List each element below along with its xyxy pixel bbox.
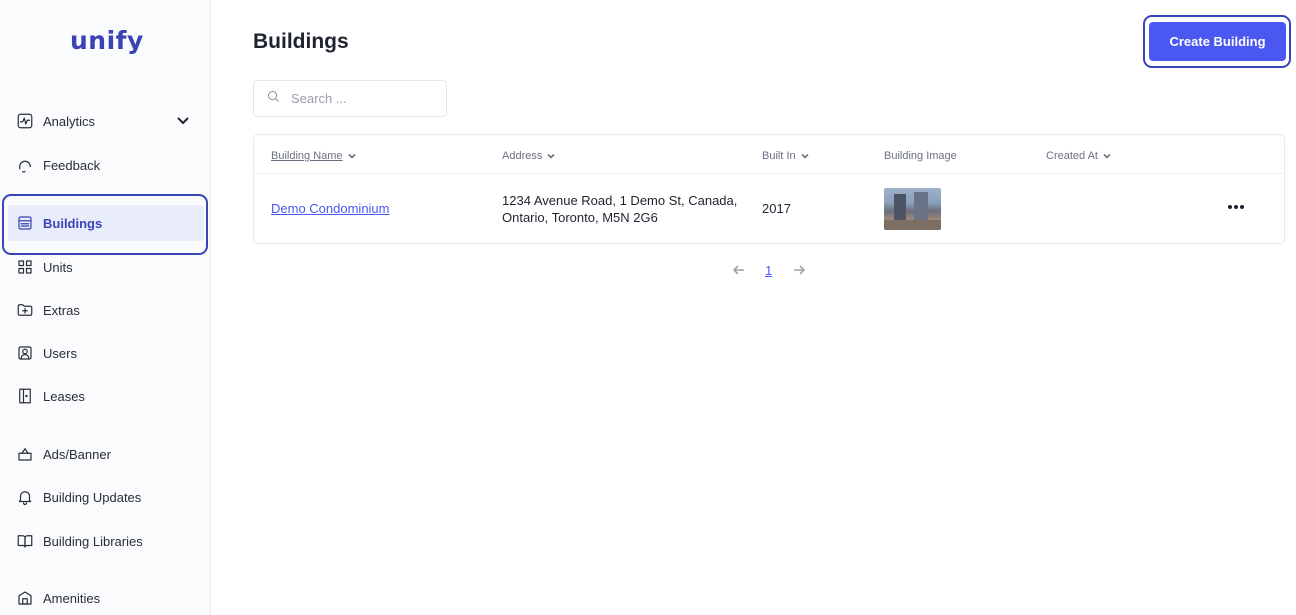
sidebar-item-analytics[interactable]: Analytics [0,103,211,139]
pagination-page-1[interactable]: 1 [765,263,772,278]
sidebar-item-feedback[interactable]: Feedback [0,147,211,183]
buildings-table: Building Name Address Built In Building … [253,134,1285,244]
building-icon [16,214,34,232]
book-open-icon [16,532,34,550]
folder-plus-icon [16,301,34,319]
sidebar-item-label: Analytics [43,113,96,129]
app-logo[interactable]: unify [70,26,144,55]
column-header-address[interactable]: Address [502,149,556,163]
chevron-down-icon [347,151,357,161]
arrow-left-icon [732,263,746,282]
chevron-down-icon [1102,151,1112,161]
sidebar-item-label: Users [43,345,77,361]
sidebar-item-label: Units [43,259,73,275]
door-icon [16,387,34,405]
column-header-created-at[interactable]: Created At [1046,149,1112,163]
building-address: 1234 Avenue Road, 1 Demo St, Canada, Ont… [502,193,738,225]
sidebar-item-building-updates[interactable]: Building Updates [0,479,211,515]
chevron-down-icon[interactable] [175,112,191,128]
sidebar-item-buildings[interactable]: Buildings [8,205,204,241]
headset-icon [16,156,34,174]
building-image-thumbnail[interactable] [884,188,941,230]
built-in-year: 2017 [762,201,791,216]
sidebar-item-label: Extras [43,302,80,318]
activity-chart-icon [16,112,34,130]
building-name-link[interactable]: Demo Condominium [271,201,390,216]
sidebar-item-label: Amenities [43,590,101,606]
column-header-building-image: Building Image [884,150,957,162]
sidebar-item-amenities[interactable]: Amenities [0,580,211,615]
sidebar-item-ads-banner[interactable]: Ads/Banner [0,436,211,472]
building-amenities-icon [16,589,34,607]
sidebar-item-users[interactable]: Users [0,335,211,371]
sidebar-item-extras[interactable]: Extras [0,292,211,328]
arrow-right-icon [792,263,806,282]
pagination-prev-button[interactable] [732,262,746,282]
column-header-built-in[interactable]: Built In [762,149,810,163]
create-building-button[interactable]: Create Building [1149,22,1286,61]
header-divider [254,173,1284,174]
bell-icon [16,488,34,506]
more-options-icon[interactable] [1224,199,1248,215]
sidebar-item-leases[interactable]: Leases [0,378,211,414]
search-box[interactable] [253,80,447,117]
column-header-building-name[interactable]: Building Name [271,149,357,163]
search-input[interactable] [291,91,431,106]
sidebar-item-label: Feedback [43,157,101,173]
sidebar-item-building-libraries[interactable]: Building Libraries [0,523,211,559]
grid-icon [16,258,34,276]
sidebar: unify Analytics Feedback Buildings Units… [0,0,211,615]
sidebar-item-label: Ads/Banner [43,446,111,462]
briefcase-icon [16,445,34,463]
chevron-down-icon [546,151,556,161]
sidebar-item-label: Building Updates [43,489,142,505]
sidebar-item-label: Building Libraries [43,533,143,549]
search-icon [266,89,281,109]
sidebar-item-units[interactable]: Units [0,249,211,285]
chevron-down-icon [800,151,810,161]
pagination-next-button[interactable] [792,262,806,282]
user-square-icon [16,344,34,362]
sidebar-item-label: Leases [43,388,85,404]
page-title: Buildings [253,30,349,53]
sidebar-item-label: Buildings [43,215,103,231]
